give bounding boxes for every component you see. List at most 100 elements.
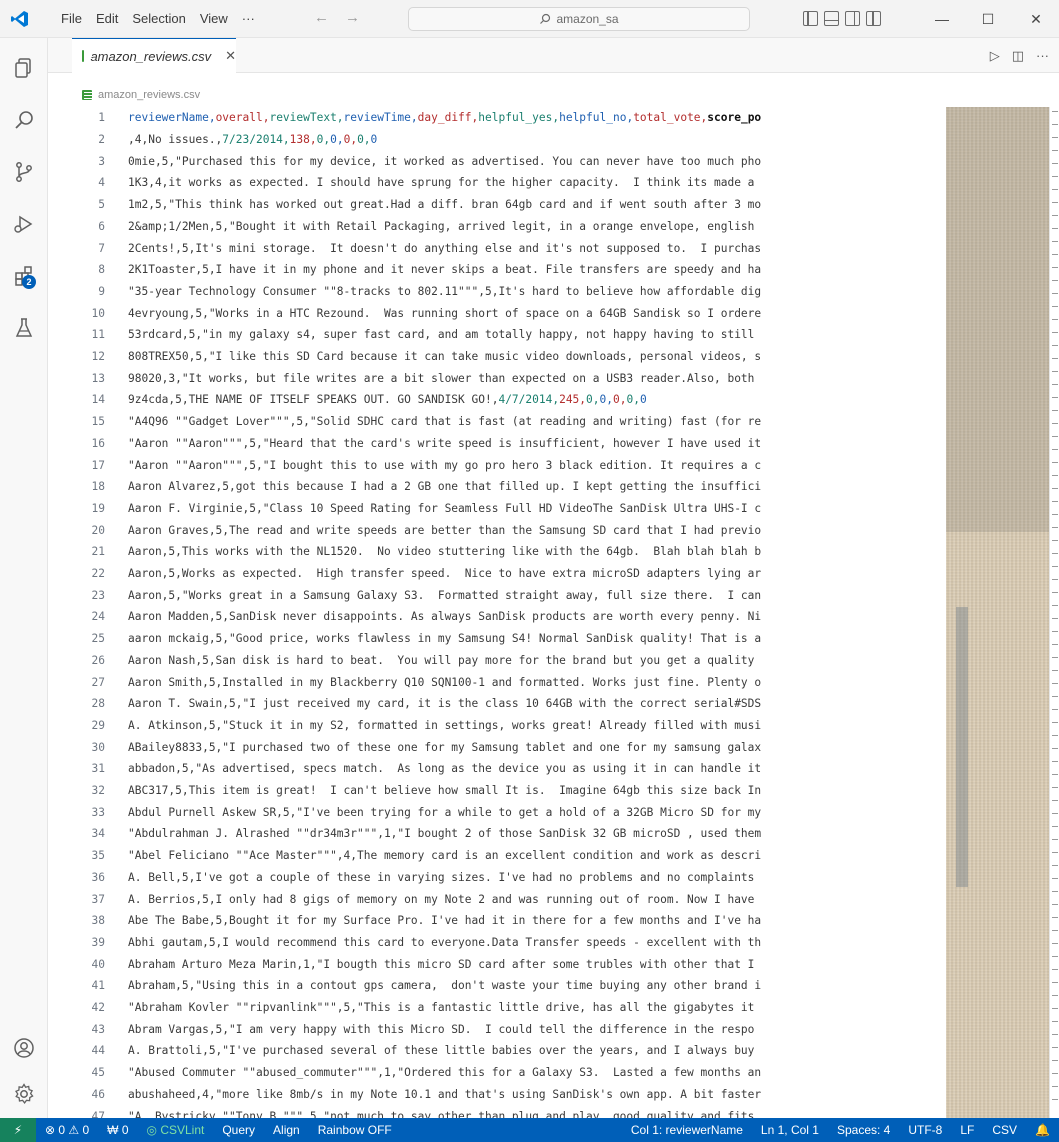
overview-ruler[interactable] [1049,107,1059,1118]
code-line[interactable]: 36 A. Bell,5,I've got a couple of these i… [48,867,946,889]
command-center-search[interactable]: amazon_sa [408,7,750,31]
rainbow-toggle[interactable]: Rainbow OFF [309,1123,401,1137]
code-line[interactable]: 24 Aaron Madden,5,SanDisk never disappoin… [48,606,946,628]
accounts-icon[interactable] [0,1028,48,1068]
code-line[interactable]: 41 Abraham,5,"Using this in a contout gps… [48,975,946,997]
ports-indicator[interactable]: ₩ 0 [98,1123,137,1137]
code-line[interactable]: 33 Abdul Purnell Askew SR,5,"I've been tr… [48,801,946,823]
toggle-panel-icon[interactable] [824,11,839,26]
code-line[interactable]: 15 "A4Q96 ""Gadget Lover""",5,"Solid SDHC… [48,411,946,433]
code-line[interactable]: 18 Aaron Alvarez,5,got this because I had… [48,476,946,498]
code-line[interactable]: 44 A. Brattoli,5,"I've purchased several … [48,1040,946,1062]
code-line[interactable]: 46 abushaheed,4,"more like 8mb/s in my No… [48,1084,946,1106]
code-line[interactable]: 30 ABailey8833,5,"I purchased two of thes… [48,736,946,758]
column-name-indicator[interactable]: Col 1: reviewerName [622,1123,752,1137]
close-button[interactable]: ✕ [1013,0,1059,38]
minimap-slider[interactable] [946,107,1049,532]
code-line[interactable]: 32 ABC317,5,This item is great! I can't b… [48,780,946,802]
code-line[interactable]: 47 "A. Bystricky ""Tony B.""",5,"not much… [48,1105,946,1118]
manage-gear-icon[interactable] [0,1074,48,1114]
code-line[interactable]: 19 Aaron F. Virginie,5,"Class 10 Speed Ra… [48,498,946,520]
code-line[interactable]: 25 aaron mckaig,5,"Good price, works flaw… [48,628,946,650]
tab-close-icon[interactable]: ✕ [225,48,236,64]
code-line[interactable]: 12 808TREX50,5,"I like this SD Card becau… [48,346,946,368]
code-line[interactable]: 34 "Abdulrahman J. Alrashed ""dr34m3r""",… [48,823,946,845]
code-line[interactable]: 35 "Abel Feliciano ""Ace Master""",4,The … [48,845,946,867]
eol-indicator[interactable]: LF [951,1123,983,1137]
code-line[interactable]: 5 1m2,5,"This think has worked out great.… [48,194,946,216]
code-line[interactable]: 39 Abhi gautam,5,I would recommend this c… [48,932,946,954]
cursor-position[interactable]: Ln 1, Col 1 [752,1123,828,1137]
code-line[interactable]: 21 Aaron,5,This works with the NL1520. No… [48,541,946,563]
code-line[interactable]: 6 2&amp;1/2Men,5,"Bought it with Retail P… [48,216,946,238]
maximize-button[interactable]: ☐ [965,0,1011,38]
code-line[interactable]: 17 "Aaron ""Aaron""",5,"I bought this to … [48,454,946,476]
code-line[interactable]: 27 Aaron Smith,5,Installed in my Blackber… [48,671,946,693]
code-line[interactable]: 31 abbadon,5,"As advertised, specs match.… [48,758,946,780]
query-button[interactable]: Query [213,1123,264,1137]
code-line[interactable]: 26 Aaron Nash,5,San disk is hard to beat.… [48,650,946,672]
explorer-icon[interactable] [0,48,48,88]
customize-layout-icon[interactable] [866,11,881,26]
code-line[interactable]: 9 "35-year Technology Consumer ""8-tracks… [48,281,946,303]
more-actions-icon[interactable]: ··· [1036,48,1049,64]
code-line[interactable]: 40 Abraham Arturo Meza Marin,1,"I bougth … [48,953,946,975]
code-line[interactable]: 11 53rdcard,5,"in my galaxy s4, super fas… [48,324,946,346]
line-text: "Abused Commuter ""abused_commuter""",1,… [128,1066,762,1080]
source-control-icon[interactable] [0,152,48,192]
toggle-secondary-sidebar-icon[interactable] [845,11,860,26]
code-line[interactable]: 1 reviewerName,overall,reviewText,reviewT… [48,107,946,129]
code-line[interactable]: 8 2K1Toaster,5,I have it in my phone and … [48,259,946,281]
problems-indicator[interactable]: ⊗ 0 ⚠ 0 [36,1123,98,1137]
code-line[interactable]: 22 Aaron,5,Works as expected. High transf… [48,563,946,585]
code-line[interactable]: 28 Aaron T. Swain,5,"I just received my c… [48,693,946,715]
code-line[interactable]: 2 ,4,No issues.,7/23/2014,138,0,0,0,0,0 [48,129,946,151]
code-line[interactable]: 16 "Aaron ""Aaron""",5,"Heard that the ca… [48,433,946,455]
remote-indicator-icon[interactable]: ⚡ [0,1118,36,1142]
ruler-tick [1052,1073,1058,1074]
search-view-icon[interactable] [0,100,48,140]
minimap[interactable] [946,107,1049,1118]
menu-view[interactable]: View [193,11,235,26]
align-button[interactable]: Align [264,1123,309,1137]
notifications-bell-icon[interactable]: 🔔 [1026,1123,1059,1137]
run-preview-icon[interactable]: ▷ [990,48,1000,64]
code-line[interactable]: 10 4evryoung,5,"Works in a HTC Rezound. W… [48,302,946,324]
code-line[interactable]: 43 Abram Vargas,5,"I am very happy with t… [48,1018,946,1040]
code-line[interactable]: 14 9z4cda,5,THE NAME OF ITSELF SPEAKS OUT… [48,389,946,411]
menu-more[interactable]: ··· [235,11,262,26]
code-line[interactable]: 23 Aaron,5,"Works great in a Samsung Gala… [48,584,946,606]
run-debug-icon[interactable] [0,204,48,244]
ruler-tick [1052,293,1058,294]
indentation-indicator[interactable]: Spaces: 4 [828,1123,899,1137]
extensions-icon[interactable]: 2 [0,256,48,296]
breadcrumb-file[interactable]: amazon_reviews.csv [98,89,200,101]
toggle-sidebar-icon[interactable] [803,11,818,26]
encoding-indicator[interactable]: UTF-8 [899,1123,951,1137]
code-line[interactable]: 38 Abe The Babe,5,Bought it for my Surfac… [48,910,946,932]
code-line[interactable]: 13 98020,3,"It works, but file writes are… [48,367,946,389]
line-number: 15 [91,415,105,429]
ruler-tick [1052,878,1058,879]
code-line[interactable]: 29 A. Atkinson,5,"Stuck it in my S2, form… [48,715,946,737]
menu-selection[interactable]: Selection [125,11,192,26]
split-editor-icon[interactable]: ◫ [1012,48,1024,64]
testing-icon[interactable] [0,308,48,348]
back-arrow-icon[interactable]: ← [314,9,329,26]
code-line[interactable]: 20 Aaron Graves,5,The read and write spee… [48,519,946,541]
menu-edit[interactable]: Edit [89,11,125,26]
code-line[interactable]: 7 2Cents!,5,It's mini storage. It doesn't… [48,237,946,259]
code-line[interactable]: 45 "Abused Commuter ""abused_commuter""",… [48,1062,946,1084]
forward-arrow-icon[interactable]: → [345,9,360,26]
menu-file[interactable]: File [54,11,89,26]
tab-amazon-reviews[interactable]: amazon_reviews.csv ✕ [72,38,236,73]
code-line[interactable]: 37 A. Berrios,5,I only had 8 gigs of memo… [48,888,946,910]
language-mode[interactable]: CSV [983,1123,1026,1137]
minimize-button[interactable]: — [919,0,965,38]
code-line[interactable]: 4 1K3,4,it works as expected. I should ha… [48,172,946,194]
line-text: 1K3,4,it works as expected. I should hav… [128,176,755,190]
code-line[interactable]: 3 0mie,5,"Purchased this for my device, i… [48,150,946,172]
code-editor[interactable]: 1 reviewerName,overall,reviewText,reviewT… [48,107,946,1118]
csvlint-button[interactable]: ◎ CSVLint [138,1123,214,1137]
code-line[interactable]: 42 "Abraham Kovler ""ripvanlink""",5,"Thi… [48,997,946,1019]
